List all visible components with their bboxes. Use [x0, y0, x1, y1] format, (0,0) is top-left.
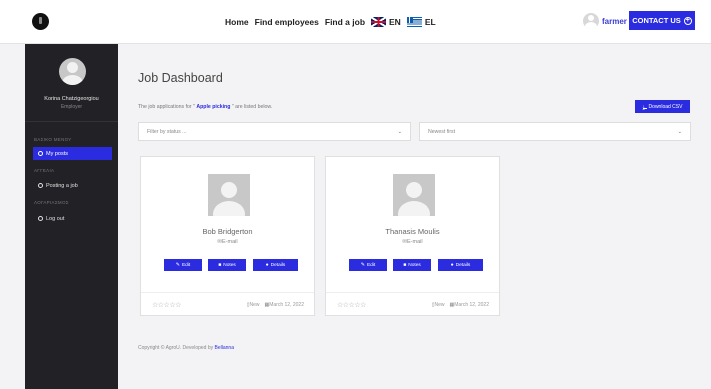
download-icon: ⤓ — [642, 104, 647, 111]
date-value: March 12, 2022 — [454, 302, 489, 308]
edit-label: Edit — [366, 262, 376, 268]
subtitle-suffix: " are listed below. — [230, 104, 273, 110]
notes-icon: ■ — [218, 261, 222, 268]
status-filter-select[interactable]: Filter by status ... ⌄ — [138, 122, 411, 141]
top-navbar: Home Find employees Find a job EN EL far… — [0, 0, 711, 44]
info-icon: ● — [265, 261, 269, 268]
lang-el-label: EL — [424, 17, 436, 27]
applicant-name: Bob Bridgerton — [202, 227, 253, 236]
rating-stars[interactable]: ☆☆☆☆☆ — [152, 301, 181, 309]
details-button[interactable]: ● Details — [438, 259, 483, 271]
card-divider — [141, 292, 314, 293]
footer-developer-link[interactable]: Bellanna — [215, 345, 234, 351]
applicant-card: Thanasis Moulis ✉E-mail ✎ Edit ■ Notes ●… — [325, 156, 500, 316]
card-meta: ▯New ▦March 12, 2022 — [247, 302, 304, 308]
edit-button[interactable]: ✎ Edit — [164, 259, 202, 271]
sidebar-item-label: Log out — [46, 215, 65, 222]
contact-us-label: CONTACT US — [632, 16, 681, 25]
footer-text: Copyright © AgroU. Developed by — [138, 345, 215, 351]
status-label: New — [249, 302, 260, 308]
sidebar-item-label: Posting a job — [46, 182, 78, 189]
download-csv-label: Download CSV — [648, 103, 683, 110]
notes-icon: ■ — [403, 261, 407, 268]
notes-button[interactable]: ■ Notes — [208, 259, 246, 271]
sidebar: Korina Chatzigeorgiou Employer ΒΑΣΙΚΟ ΜΕ… — [25, 44, 118, 389]
chevron-down-icon: ⌄ — [397, 129, 402, 135]
details-button[interactable]: ● Details — [253, 259, 298, 271]
profile-name: Korina Chatzigeorgiou — [44, 96, 99, 102]
plus-circle-icon: + — [683, 16, 692, 25]
power-icon — [38, 216, 43, 221]
sort-select[interactable]: Newest first ⌄ — [419, 122, 691, 141]
info-icon: ● — [450, 261, 454, 268]
applicant-email[interactable]: ✉E-mail — [141, 239, 314, 245]
posts-icon — [38, 151, 43, 156]
notes-button[interactable]: ■ Notes — [393, 259, 431, 271]
footer: Copyright © AgroU. Developed by Bellanna — [138, 345, 234, 351]
username-label: farmer — [602, 16, 627, 26]
add-post-icon — [38, 183, 43, 188]
date-value: March 12, 2022 — [269, 302, 304, 308]
edit-button[interactable]: ✎ Edit — [349, 259, 387, 271]
email-label: E-mail — [222, 239, 238, 245]
status-label: New — [434, 302, 445, 308]
sidebar-heading-account: ΛΟΓΑΡΙΑΣΜΟΣ — [34, 200, 69, 205]
details-label: Details — [455, 262, 471, 268]
profile-role: Employer — [60, 104, 83, 110]
rating-stars[interactable]: ☆☆☆☆☆ — [337, 301, 366, 309]
greek-flag-icon — [406, 17, 422, 27]
applicant-card: Bob Bridgerton ✉E-mail ✎ Edit ■ Notes ● … — [140, 156, 315, 316]
status-badge: ▯New — [247, 302, 260, 308]
app-logo-icon[interactable] — [32, 13, 49, 30]
email-label: E-mail — [407, 239, 423, 245]
sidebar-item-label: My posts — [46, 150, 69, 157]
edit-icon: ✎ — [360, 261, 365, 268]
subtitle-prefix: The job applications for " — [138, 104, 197, 110]
profile-avatar — [59, 58, 86, 85]
applicant-email[interactable]: ✉E-mail — [326, 239, 499, 245]
nav-home-link[interactable]: Home — [225, 17, 249, 27]
status-filter-placeholder: Filter by status ... — [147, 128, 187, 135]
sidebar-item-log-out[interactable]: Log out — [33, 212, 112, 225]
user-menu[interactable]: farmer — [583, 13, 627, 29]
sidebar-divider — [25, 121, 118, 122]
applicant-name: Thanasis Moulis — [385, 227, 440, 236]
nav-find-job-link[interactable]: Find a job — [325, 17, 365, 27]
applicant-avatar — [393, 174, 435, 216]
applicant-avatar — [208, 174, 250, 216]
page-title: Job Dashboard — [138, 71, 223, 85]
notes-label: Notes — [408, 262, 421, 268]
nav-find-employees-link[interactable]: Find employees — [255, 17, 319, 27]
page-subtitle: The job applications for " Apple picking… — [138, 104, 272, 110]
edit-label: Edit — [181, 262, 191, 268]
lang-el-link[interactable]: EL — [406, 17, 436, 27]
notes-label: Notes — [223, 262, 236, 268]
status-badge: ▯New — [432, 302, 445, 308]
card-divider — [326, 292, 499, 293]
sidebar-heading-job-post: ΑΓΓΕΛΙΑ — [34, 168, 55, 173]
subtitle-job-name: Apple picking — [196, 104, 231, 110]
sort-selected-value: Newest first — [428, 128, 456, 135]
chevron-down-icon: ⌄ — [677, 129, 682, 135]
card-meta: ▯New ▦March 12, 2022 — [432, 302, 489, 308]
lang-en-link[interactable]: EN — [371, 17, 401, 27]
sidebar-heading-main-menu: ΒΑΣΙΚΟ ΜΕΝΟΥ — [34, 137, 72, 142]
edit-icon: ✎ — [175, 261, 180, 268]
lang-en-label: EN — [389, 17, 401, 27]
download-csv-button[interactable]: ⤓ Download CSV — [635, 100, 690, 113]
sidebar-item-posting-job[interactable]: Posting a job — [33, 179, 112, 192]
date-label: ▦March 12, 2022 — [265, 302, 304, 308]
contact-us-button[interactable]: CONTACT US + — [629, 11, 695, 30]
sidebar-item-my-posts[interactable]: My posts — [33, 147, 112, 160]
date-label: ▦March 12, 2022 — [450, 302, 489, 308]
user-avatar-icon — [583, 13, 599, 29]
uk-flag-icon — [371, 17, 387, 27]
nav-links: Home Find employees Find a job EN EL — [225, 0, 436, 44]
details-label: Details — [270, 262, 286, 268]
